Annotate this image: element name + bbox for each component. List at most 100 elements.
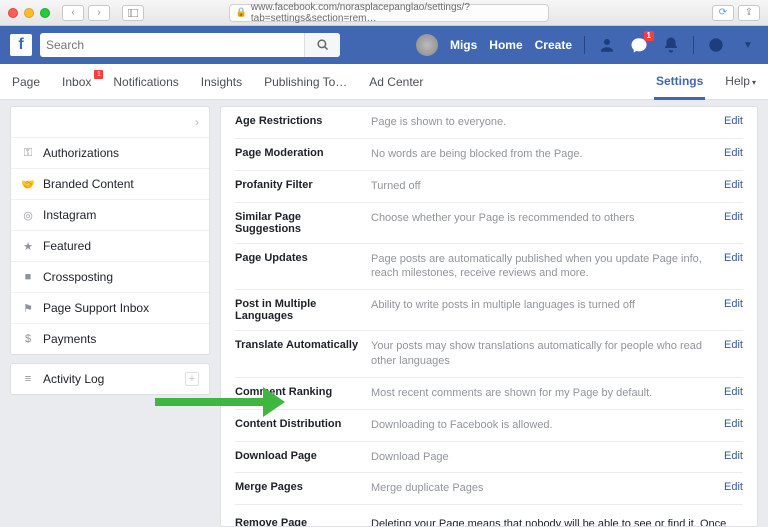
plus-icon[interactable]: +: [185, 372, 199, 386]
setting-label: Page Moderation: [235, 147, 363, 159]
tab-help[interactable]: Help▾: [723, 74, 758, 89]
facebook-top-bar: f Migs Home Create 1 ▼: [0, 26, 768, 64]
setting-row: Comment Ranking Most recent comments are …: [235, 378, 743, 410]
sidebar-item-branded[interactable]: 🤝Branded Content: [11, 169, 209, 200]
setting-label: Post in Multiple Languages: [235, 298, 363, 322]
setting-label: Similar Page Suggestions: [235, 211, 363, 235]
setting-label: Profanity Filter: [235, 179, 363, 191]
setting-row: Translate Automatically Your posts may sh…: [235, 331, 743, 378]
setting-desc: Merge duplicate Pages: [371, 481, 716, 496]
setting-desc: Download Page: [371, 450, 716, 465]
divider: [584, 36, 585, 54]
lock-icon: 🔒: [236, 7, 247, 18]
setting-desc: Your posts may show translations automat…: [371, 339, 716, 369]
tab-publishing[interactable]: Publishing To…: [262, 75, 349, 89]
setting-row: Post in Multiple Languages Ability to wri…: [235, 290, 743, 331]
tab-page[interactable]: Page: [10, 75, 42, 89]
setting-desc: Most recent comments are shown for my Pa…: [371, 386, 716, 401]
edit-link[interactable]: Edit: [724, 211, 743, 223]
setting-row: Similar Page Suggestions Choose whether y…: [235, 203, 743, 244]
setting-row: Content Distribution Downloading to Faceb…: [235, 410, 743, 442]
setting-desc: Page posts are automatically published w…: [371, 252, 716, 282]
create-link[interactable]: Create: [535, 38, 572, 52]
setting-desc: Choose whether your Page is recommended …: [371, 211, 716, 226]
key-icon: ⚿: [21, 146, 35, 160]
edit-link[interactable]: Edit: [724, 252, 743, 264]
sidebar-item-prev[interactable]: ›: [11, 107, 209, 138]
handshake-icon: 🤝: [21, 177, 35, 191]
edit-link[interactable]: Edit: [724, 339, 743, 351]
setting-desc: Downloading to Facebook is allowed.: [371, 418, 716, 433]
account-menu-icon[interactable]: ▼: [738, 35, 758, 55]
setting-label: Translate Automatically: [235, 339, 363, 351]
share-button[interactable]: ⇪: [738, 5, 760, 21]
setting-row: Profanity FilterTurned offEdit: [235, 171, 743, 203]
search-container: [40, 33, 340, 57]
forward-button[interactable]: ›: [88, 5, 110, 21]
tab-settings[interactable]: Settings: [654, 74, 705, 100]
notifications-icon[interactable]: [661, 35, 681, 55]
sidebar-item-payments[interactable]: $Payments: [11, 324, 209, 354]
video-icon: ■: [21, 270, 35, 284]
sidebar-item-featured[interactable]: ★Featured: [11, 231, 209, 262]
edit-link[interactable]: Edit: [724, 147, 743, 159]
browser-chrome: ‹ › 🔒 www.facebook.com/norasplacepanglao…: [0, 0, 768, 26]
instagram-icon: ◎: [21, 208, 35, 222]
search-icon: [317, 39, 329, 51]
page-tabs: Page Inbox 1 Notifications Insights Publ…: [0, 64, 768, 100]
friend-requests-icon[interactable]: [597, 35, 617, 55]
minimize-window-icon[interactable]: [24, 8, 34, 18]
setting-label: Page Updates: [235, 252, 363, 264]
tab-notifications[interactable]: Notifications: [111, 75, 180, 89]
setting-remove-page: Remove Page Deleting your Page means tha…: [235, 505, 743, 527]
edit-link[interactable]: Edit: [724, 115, 743, 127]
sidebar-item-activity-log[interactable]: ≡ Activity Log +: [11, 364, 209, 394]
star-icon: ★: [21, 239, 35, 253]
sidebar-item-authorizations[interactable]: ⚿Authorizations: [11, 138, 209, 169]
edit-link[interactable]: Edit: [724, 179, 743, 191]
setting-row: Page Updates Page posts are automatically…: [235, 244, 743, 291]
edit-link[interactable]: Edit: [724, 481, 743, 493]
settings-content: Age RestrictionsPage is shown to everyon…: [220, 106, 758, 527]
sidebar-item-instagram[interactable]: ◎Instagram: [11, 200, 209, 231]
home-link[interactable]: Home: [489, 38, 522, 52]
setting-label: Merge Pages: [235, 481, 363, 493]
username-link[interactable]: Migs: [450, 38, 477, 52]
setting-desc: No words are being blocked from the Page…: [371, 147, 716, 162]
search-button[interactable]: [304, 33, 340, 57]
setting-label: Content Distribution: [235, 418, 363, 430]
chevron-down-icon: ▾: [752, 78, 756, 87]
maximize-window-icon[interactable]: [40, 8, 50, 18]
reload-button[interactable]: ⟳: [712, 5, 734, 21]
tab-insights[interactable]: Insights: [199, 75, 244, 89]
edit-link[interactable]: Edit: [724, 450, 743, 462]
messages-icon[interactable]: 1: [629, 35, 649, 55]
close-window-icon[interactable]: [8, 8, 18, 18]
list-icon: ≡: [21, 372, 35, 386]
sidebar-item-crossposting[interactable]: ■Crossposting: [11, 262, 209, 293]
remove-description: Deleting your Page means that nobody wil…: [371, 517, 743, 527]
edit-link[interactable]: Edit: [724, 386, 743, 398]
search-input[interactable]: [46, 38, 334, 52]
setting-desc: Page is shown to everyone.: [371, 115, 716, 130]
messages-badge: 1: [644, 31, 654, 41]
help-icon[interactable]: [706, 35, 726, 55]
back-button[interactable]: ‹: [62, 5, 84, 21]
avatar[interactable]: [416, 34, 438, 56]
tab-inbox[interactable]: Inbox 1: [60, 75, 93, 89]
setting-label: Comment Ranking: [235, 386, 363, 398]
setting-label: Remove Page: [235, 517, 363, 527]
setting-label: Download Page: [235, 450, 363, 462]
sidebar-item-support[interactable]: ⚑Page Support Inbox: [11, 293, 209, 324]
edit-link[interactable]: Edit: [724, 298, 743, 310]
dollar-icon: $: [21, 332, 35, 346]
setting-desc: Ability to write posts in multiple langu…: [371, 298, 716, 313]
address-bar[interactable]: 🔒 www.facebook.com/norasplacepanglao/set…: [229, 4, 549, 22]
sidebar-toggle-button[interactable]: [122, 5, 144, 21]
facebook-logo-icon[interactable]: f: [10, 34, 32, 56]
settings-sidebar: › ⚿Authorizations 🤝Branded Content ◎Inst…: [10, 106, 210, 527]
setting-row: Merge Pages Merge duplicate Pages Edit: [235, 473, 743, 505]
tab-adcenter[interactable]: Ad Center: [367, 75, 425, 89]
setting-row: Age RestrictionsPage is shown to everyon…: [235, 107, 743, 139]
edit-link[interactable]: Edit: [724, 418, 743, 430]
